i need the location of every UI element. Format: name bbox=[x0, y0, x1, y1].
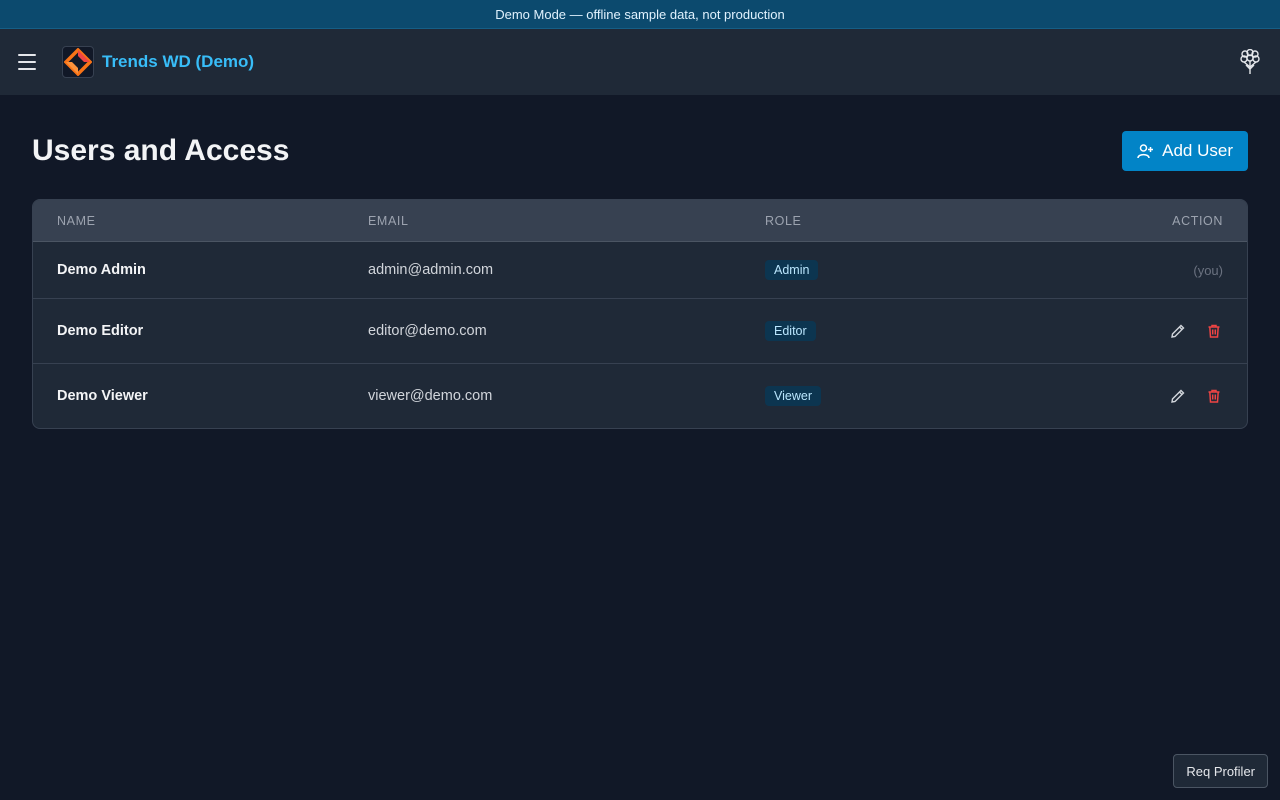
table-header: NAME EMAIL ROLE ACTION bbox=[33, 200, 1247, 242]
app-logo-icon[interactable] bbox=[62, 46, 94, 78]
app-title[interactable]: Trends WD (Demo) bbox=[102, 52, 254, 72]
delete-trash-icon[interactable] bbox=[1205, 322, 1223, 340]
table-row: Demo Editor editor@demo.com Editor bbox=[33, 299, 1247, 364]
add-user-label: Add User bbox=[1162, 141, 1233, 160]
role-badge: Admin bbox=[765, 260, 819, 280]
user-email: admin@admin.com bbox=[368, 262, 494, 278]
req-profiler-button[interactable]: Req Profiler bbox=[1173, 754, 1268, 788]
user-name: Demo Viewer bbox=[57, 388, 148, 404]
role-badge: Viewer bbox=[765, 386, 821, 406]
current-user-label: (you) bbox=[1193, 262, 1223, 278]
user-email: editor@demo.com bbox=[368, 323, 487, 339]
column-header-action: ACTION bbox=[1172, 213, 1223, 228]
table-row: Demo Admin admin@admin.com Admin (you) bbox=[33, 242, 1247, 299]
top-navbar: Trends WD (Demo) bbox=[0, 29, 1280, 95]
page-title: Users and Access bbox=[32, 134, 290, 167]
column-header-email[interactable]: EMAIL bbox=[368, 214, 765, 228]
edit-pencil-icon[interactable] bbox=[1169, 322, 1187, 340]
users-table: NAME EMAIL ROLE ACTION Demo Admin admin@… bbox=[32, 199, 1248, 429]
user-name: Demo Admin bbox=[57, 262, 146, 278]
hamburger-menu-icon[interactable] bbox=[18, 51, 40, 73]
banner-text: Demo Mode — offline sample data, not pro… bbox=[495, 6, 785, 22]
brain-icon[interactable] bbox=[1236, 48, 1264, 76]
page-header: Users and Access Add User bbox=[32, 95, 1248, 199]
edit-pencil-icon[interactable] bbox=[1169, 387, 1187, 405]
main-content: Users and Access Add User NAME EMAIL ROL… bbox=[0, 95, 1280, 429]
column-header-role[interactable]: ROLE bbox=[765, 214, 1047, 228]
user-email: viewer@demo.com bbox=[368, 388, 493, 404]
role-badge: Editor bbox=[765, 321, 816, 341]
table-row: Demo Viewer viewer@demo.com Viewer bbox=[33, 364, 1247, 428]
user-name: Demo Editor bbox=[57, 323, 144, 339]
add-user-button[interactable]: Add User bbox=[1122, 131, 1248, 171]
demo-mode-banner: Demo Mode — offline sample data, not pro… bbox=[0, 0, 1280, 29]
column-header-name[interactable]: NAME bbox=[33, 214, 368, 228]
delete-trash-icon[interactable] bbox=[1205, 387, 1223, 405]
add-user-icon bbox=[1137, 143, 1154, 158]
